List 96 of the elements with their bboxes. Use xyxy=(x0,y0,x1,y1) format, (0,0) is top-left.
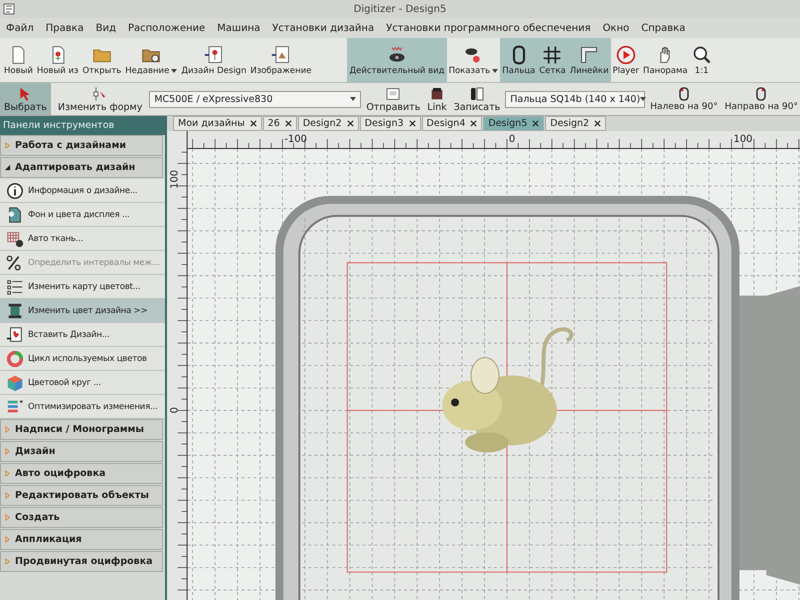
play-icon xyxy=(616,44,636,64)
close-icon[interactable] xyxy=(284,120,292,127)
document-tab[interactable]: Design3 xyxy=(360,116,421,131)
panel-section-header[interactable]: Адаптировать дизайн xyxy=(0,157,163,178)
close-icon[interactable] xyxy=(346,120,354,127)
ruler-label: 0 xyxy=(170,407,181,414)
panel-item[interactable]: Информация о дизайне... xyxy=(0,179,165,203)
menu-item[interactable]: Окно xyxy=(602,22,630,34)
info-icon xyxy=(6,182,24,200)
ribbon-button[interactable]: Пальца xyxy=(500,38,538,82)
document-tab[interactable]: 26 xyxy=(262,116,297,131)
eye-icon xyxy=(387,44,408,64)
panel-section-header[interactable]: Работа с дизайнами xyxy=(0,135,163,156)
panel-item[interactable]: Цикл используемых цветов xyxy=(0,347,165,371)
panel-section-header[interactable]: Надписи / Монограммы xyxy=(0,419,163,440)
ribbon-button[interactable]: Действительный вид xyxy=(347,38,447,82)
send-button[interactable]: Отправить xyxy=(364,83,422,115)
insert-icon xyxy=(6,326,24,344)
ribbon-button[interactable]: Показать xyxy=(446,38,500,82)
menu-item[interactable]: Правка xyxy=(46,22,84,34)
grid-icon xyxy=(542,44,562,64)
document-tab[interactable]: Мои дизайны xyxy=(173,116,262,131)
menu-item[interactable]: Установки программного обеспечения xyxy=(386,22,591,34)
ribbon-button[interactable]: Дизайн Design xyxy=(179,38,248,82)
cube-icon xyxy=(6,374,24,392)
caret-icon xyxy=(640,97,646,101)
ribbon-button[interactable]: Новый xyxy=(2,38,35,82)
sewing-machine-icon xyxy=(429,86,446,102)
menu-item[interactable]: Файл xyxy=(6,22,34,34)
caret-icon xyxy=(492,68,498,72)
ribbon-button[interactable]: Недавние xyxy=(123,38,180,82)
menu-item[interactable]: Вид xyxy=(96,22,116,34)
close-icon[interactable] xyxy=(532,120,540,127)
panel-title: Панели инструментов xyxy=(0,116,165,135)
panel-section-header[interactable]: Аппликация xyxy=(0,529,163,550)
list-icon xyxy=(6,278,24,296)
close-icon[interactable] xyxy=(250,120,257,127)
menu-item[interactable]: Справка xyxy=(641,22,686,34)
panel-item[interactable]: Изменить карту цветовt... xyxy=(0,275,165,299)
document-tab[interactable]: Design5 xyxy=(483,116,544,131)
panel-item[interactable]: Цветовой круг ... xyxy=(0,371,165,395)
ribbon-button[interactable]: Сетка xyxy=(537,38,568,82)
spool-icon xyxy=(6,302,24,320)
write-button[interactable]: Записать xyxy=(452,83,502,115)
rotate-right-button[interactable]: Направо на 90° xyxy=(722,83,800,115)
import-flower-icon xyxy=(204,44,224,64)
ribbon-button[interactable]: Линейки xyxy=(568,38,611,82)
link-button[interactable]: Link xyxy=(425,83,449,115)
panel-section-header[interactable]: Авто оцифровка xyxy=(0,463,163,484)
ruler-label: 0 xyxy=(508,134,516,145)
close-icon[interactable] xyxy=(408,120,416,127)
close-icon[interactable] xyxy=(594,120,602,127)
caret-icon xyxy=(171,68,178,72)
fabric-icon xyxy=(6,230,24,248)
panel-section-header[interactable]: Продвинутая оцифровка xyxy=(0,551,163,572)
menu-item[interactable]: Расположение xyxy=(128,22,206,34)
panel-item[interactable]: Вставить Дизайн... xyxy=(0,323,165,347)
ruler-label: -100 xyxy=(284,134,308,145)
design-canvas[interactable]: -100 0 100 100 0 xyxy=(167,130,800,600)
window-title: Digitizer - Design5 xyxy=(354,4,446,14)
ribbon-button[interactable]: Открыть xyxy=(80,38,124,82)
rotate-left-button[interactable]: Налево на 90° xyxy=(648,83,720,115)
ribbon-button[interactable]: Панорама xyxy=(641,38,690,82)
hoop-dropdown[interactable]: Пальца SQ14b (140 x 140) xyxy=(505,90,646,108)
machine-dropdown[interactable]: MC500E / eXpressive830 xyxy=(149,90,362,108)
usb-card-icon xyxy=(469,86,485,102)
ring-icon xyxy=(6,350,24,368)
ruler-label: 100 xyxy=(170,170,181,189)
document-tab[interactable]: Design4 xyxy=(422,116,482,131)
panel-item[interactable]: Авто ткань... xyxy=(0,227,165,251)
caret-icon xyxy=(350,97,356,101)
ruler-icon xyxy=(579,44,600,64)
panel-section-header[interactable]: Создать xyxy=(0,507,163,528)
panel-item[interactable]: Фон и цвета дисплея ... xyxy=(0,203,165,227)
close-icon[interactable] xyxy=(470,120,478,127)
zoom-icon xyxy=(692,44,712,64)
panel-item[interactable]: Изменить цвет дизайна >> xyxy=(0,299,165,323)
panel-section-header[interactable]: Редактировать объекты xyxy=(0,485,163,506)
reshape-button[interactable]: Изменить форму xyxy=(54,83,146,115)
panel-section-header[interactable]: Дизайн xyxy=(0,441,163,462)
document-tab[interactable]: Design2 xyxy=(298,116,359,131)
bars-icon xyxy=(6,398,24,416)
import-image-icon xyxy=(270,44,291,64)
panel-item[interactable]: Оптимизировать изменения... xyxy=(0,395,165,419)
menu-item[interactable]: Машина xyxy=(217,22,260,34)
menu-item[interactable]: Установки дизайна xyxy=(272,22,374,34)
ribbon-button[interactable]: Новый из xyxy=(34,38,80,82)
app-icon xyxy=(3,3,15,15)
ribbon-button[interactable]: Player xyxy=(610,38,642,82)
machine-icon xyxy=(385,86,402,102)
ruler-label: 100 xyxy=(733,134,753,145)
select-button[interactable]: Выбрать xyxy=(0,83,51,115)
document-tab[interactable]: Design2 xyxy=(545,116,606,131)
doc-icon xyxy=(6,206,24,224)
ribbon-button[interactable]: Изображение xyxy=(248,38,314,82)
ribbon-button[interactable]: 1:1 xyxy=(690,38,714,82)
